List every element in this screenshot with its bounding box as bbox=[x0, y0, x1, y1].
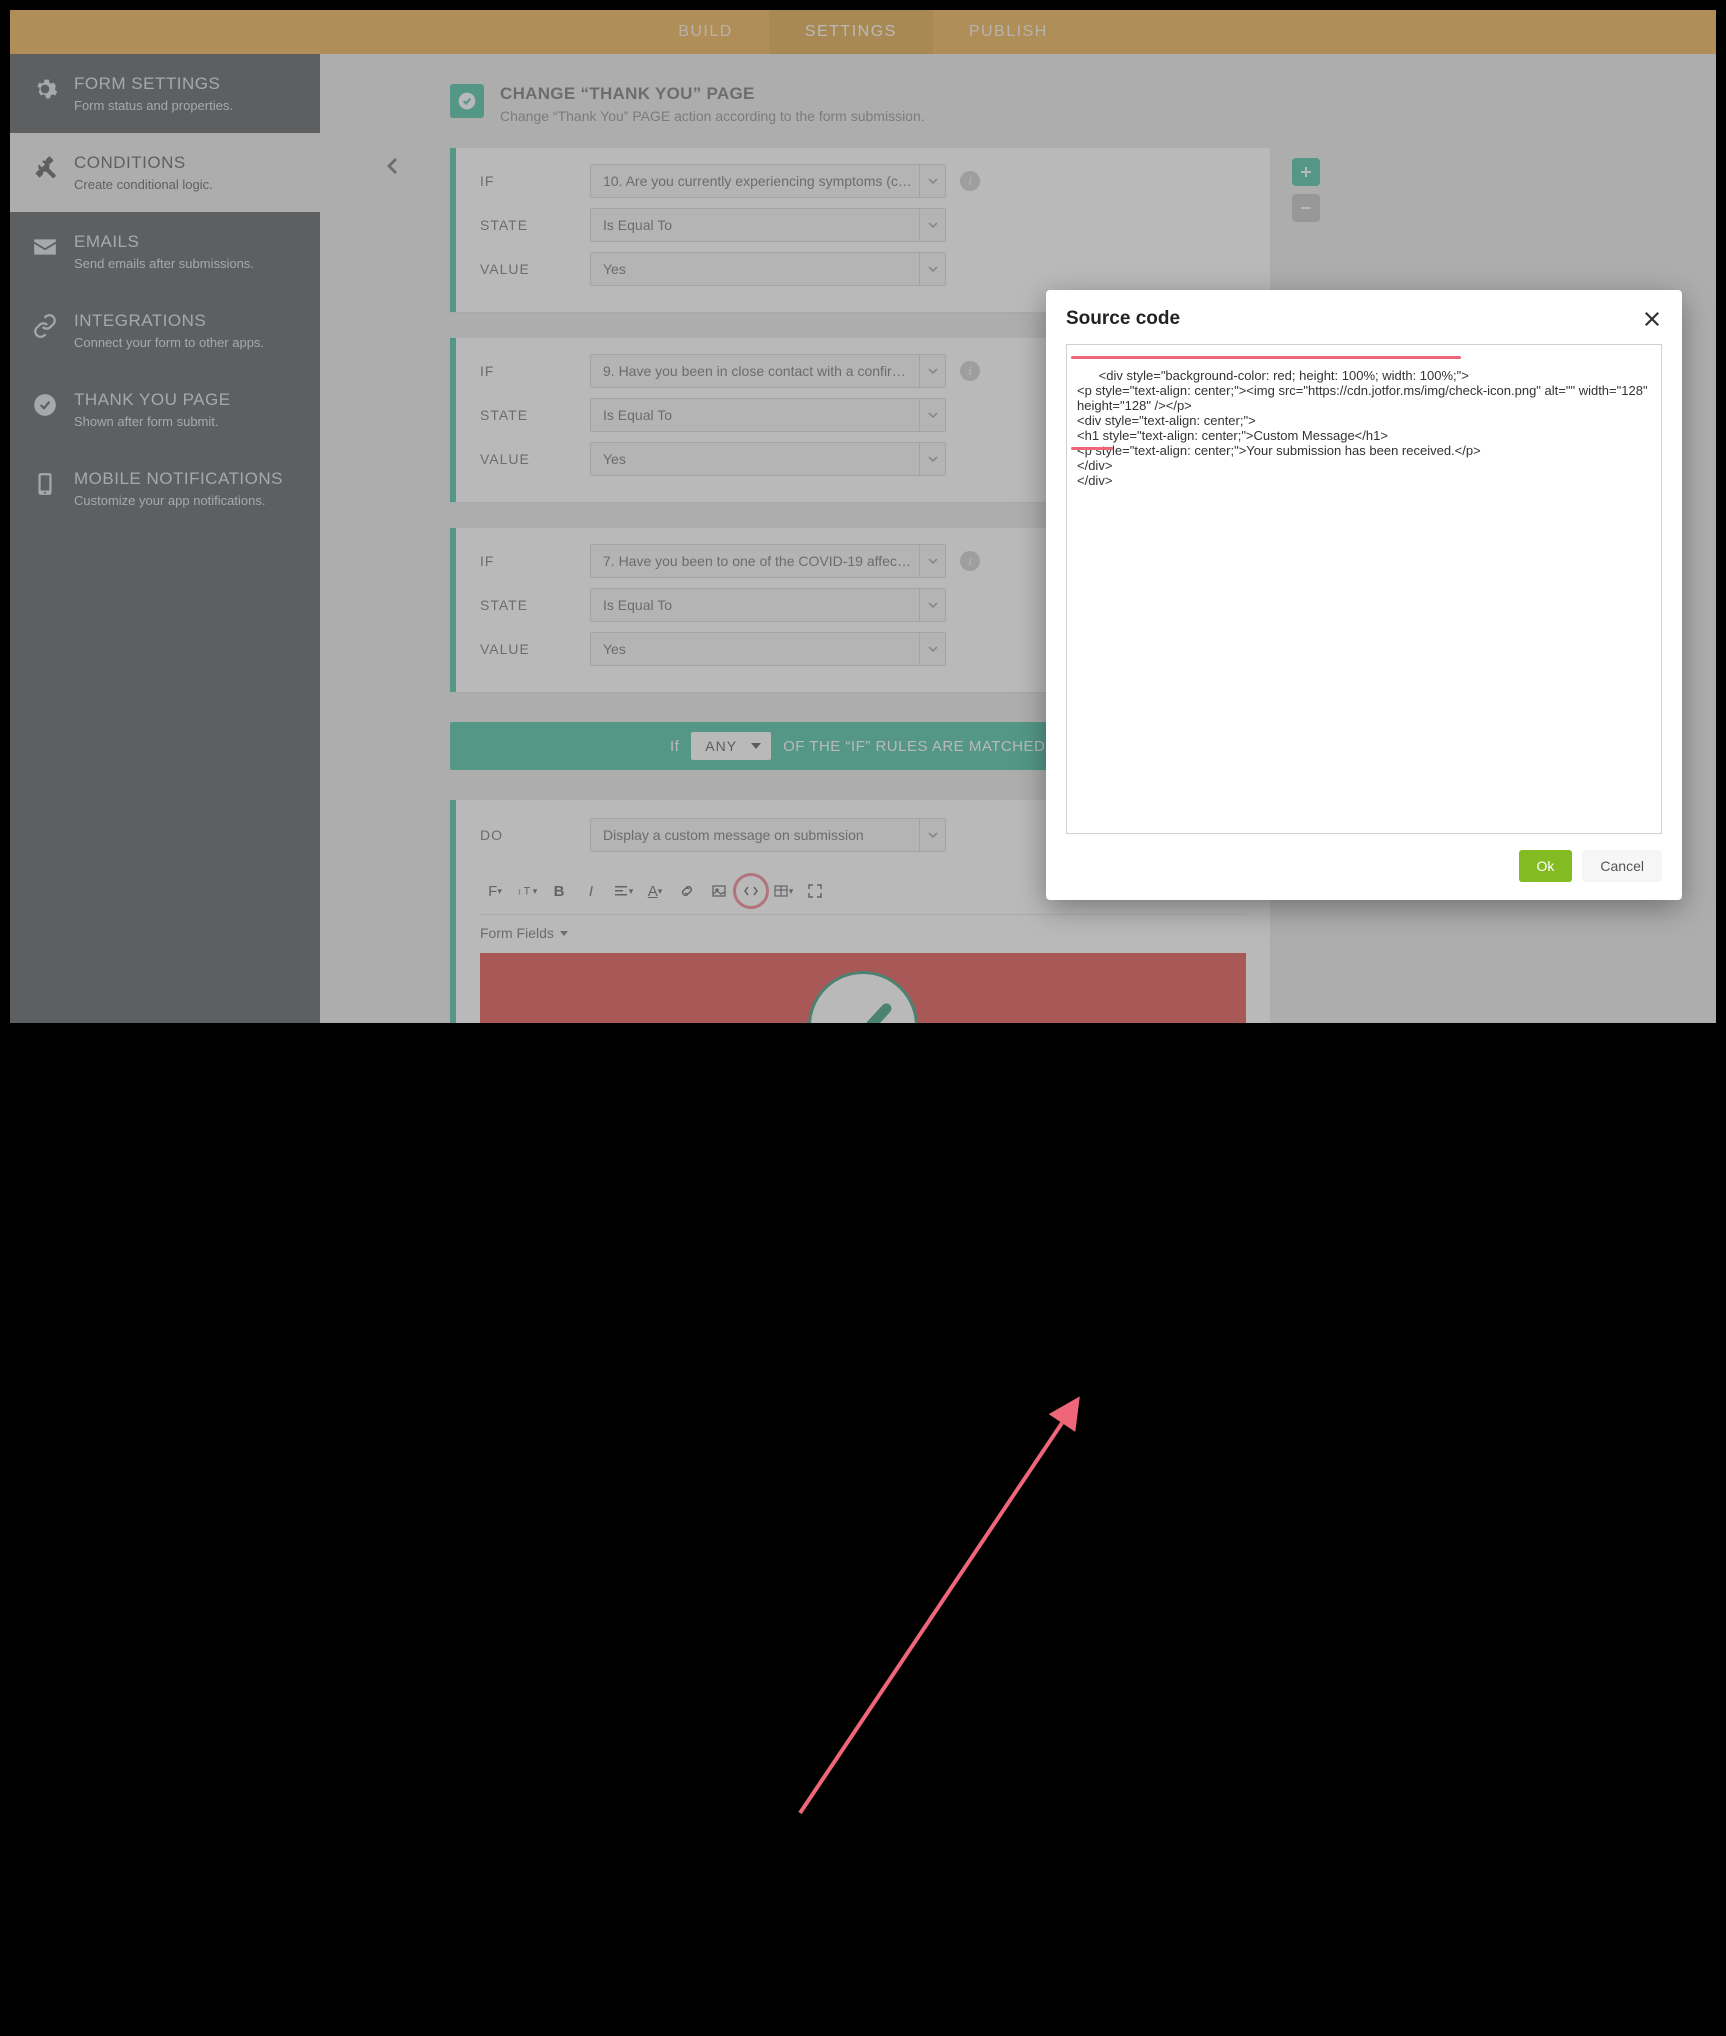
dialog-title: Source code bbox=[1066, 308, 1180, 330]
app-frame: BUILD SETTINGS PUBLISH FORM SETTINGSForm… bbox=[10, 10, 1716, 1023]
cancel-button[interactable]: Cancel bbox=[1582, 850, 1662, 882]
source-code-textarea[interactable]: <div style="background-color: red; heigh… bbox=[1066, 344, 1662, 834]
annotation-arrow bbox=[10, 1023, 1716, 2036]
dialog-close-button[interactable] bbox=[1642, 309, 1662, 329]
source-code-dialog: Source code <div style="background-color… bbox=[1046, 290, 1682, 900]
ok-button[interactable]: Ok bbox=[1519, 850, 1573, 882]
